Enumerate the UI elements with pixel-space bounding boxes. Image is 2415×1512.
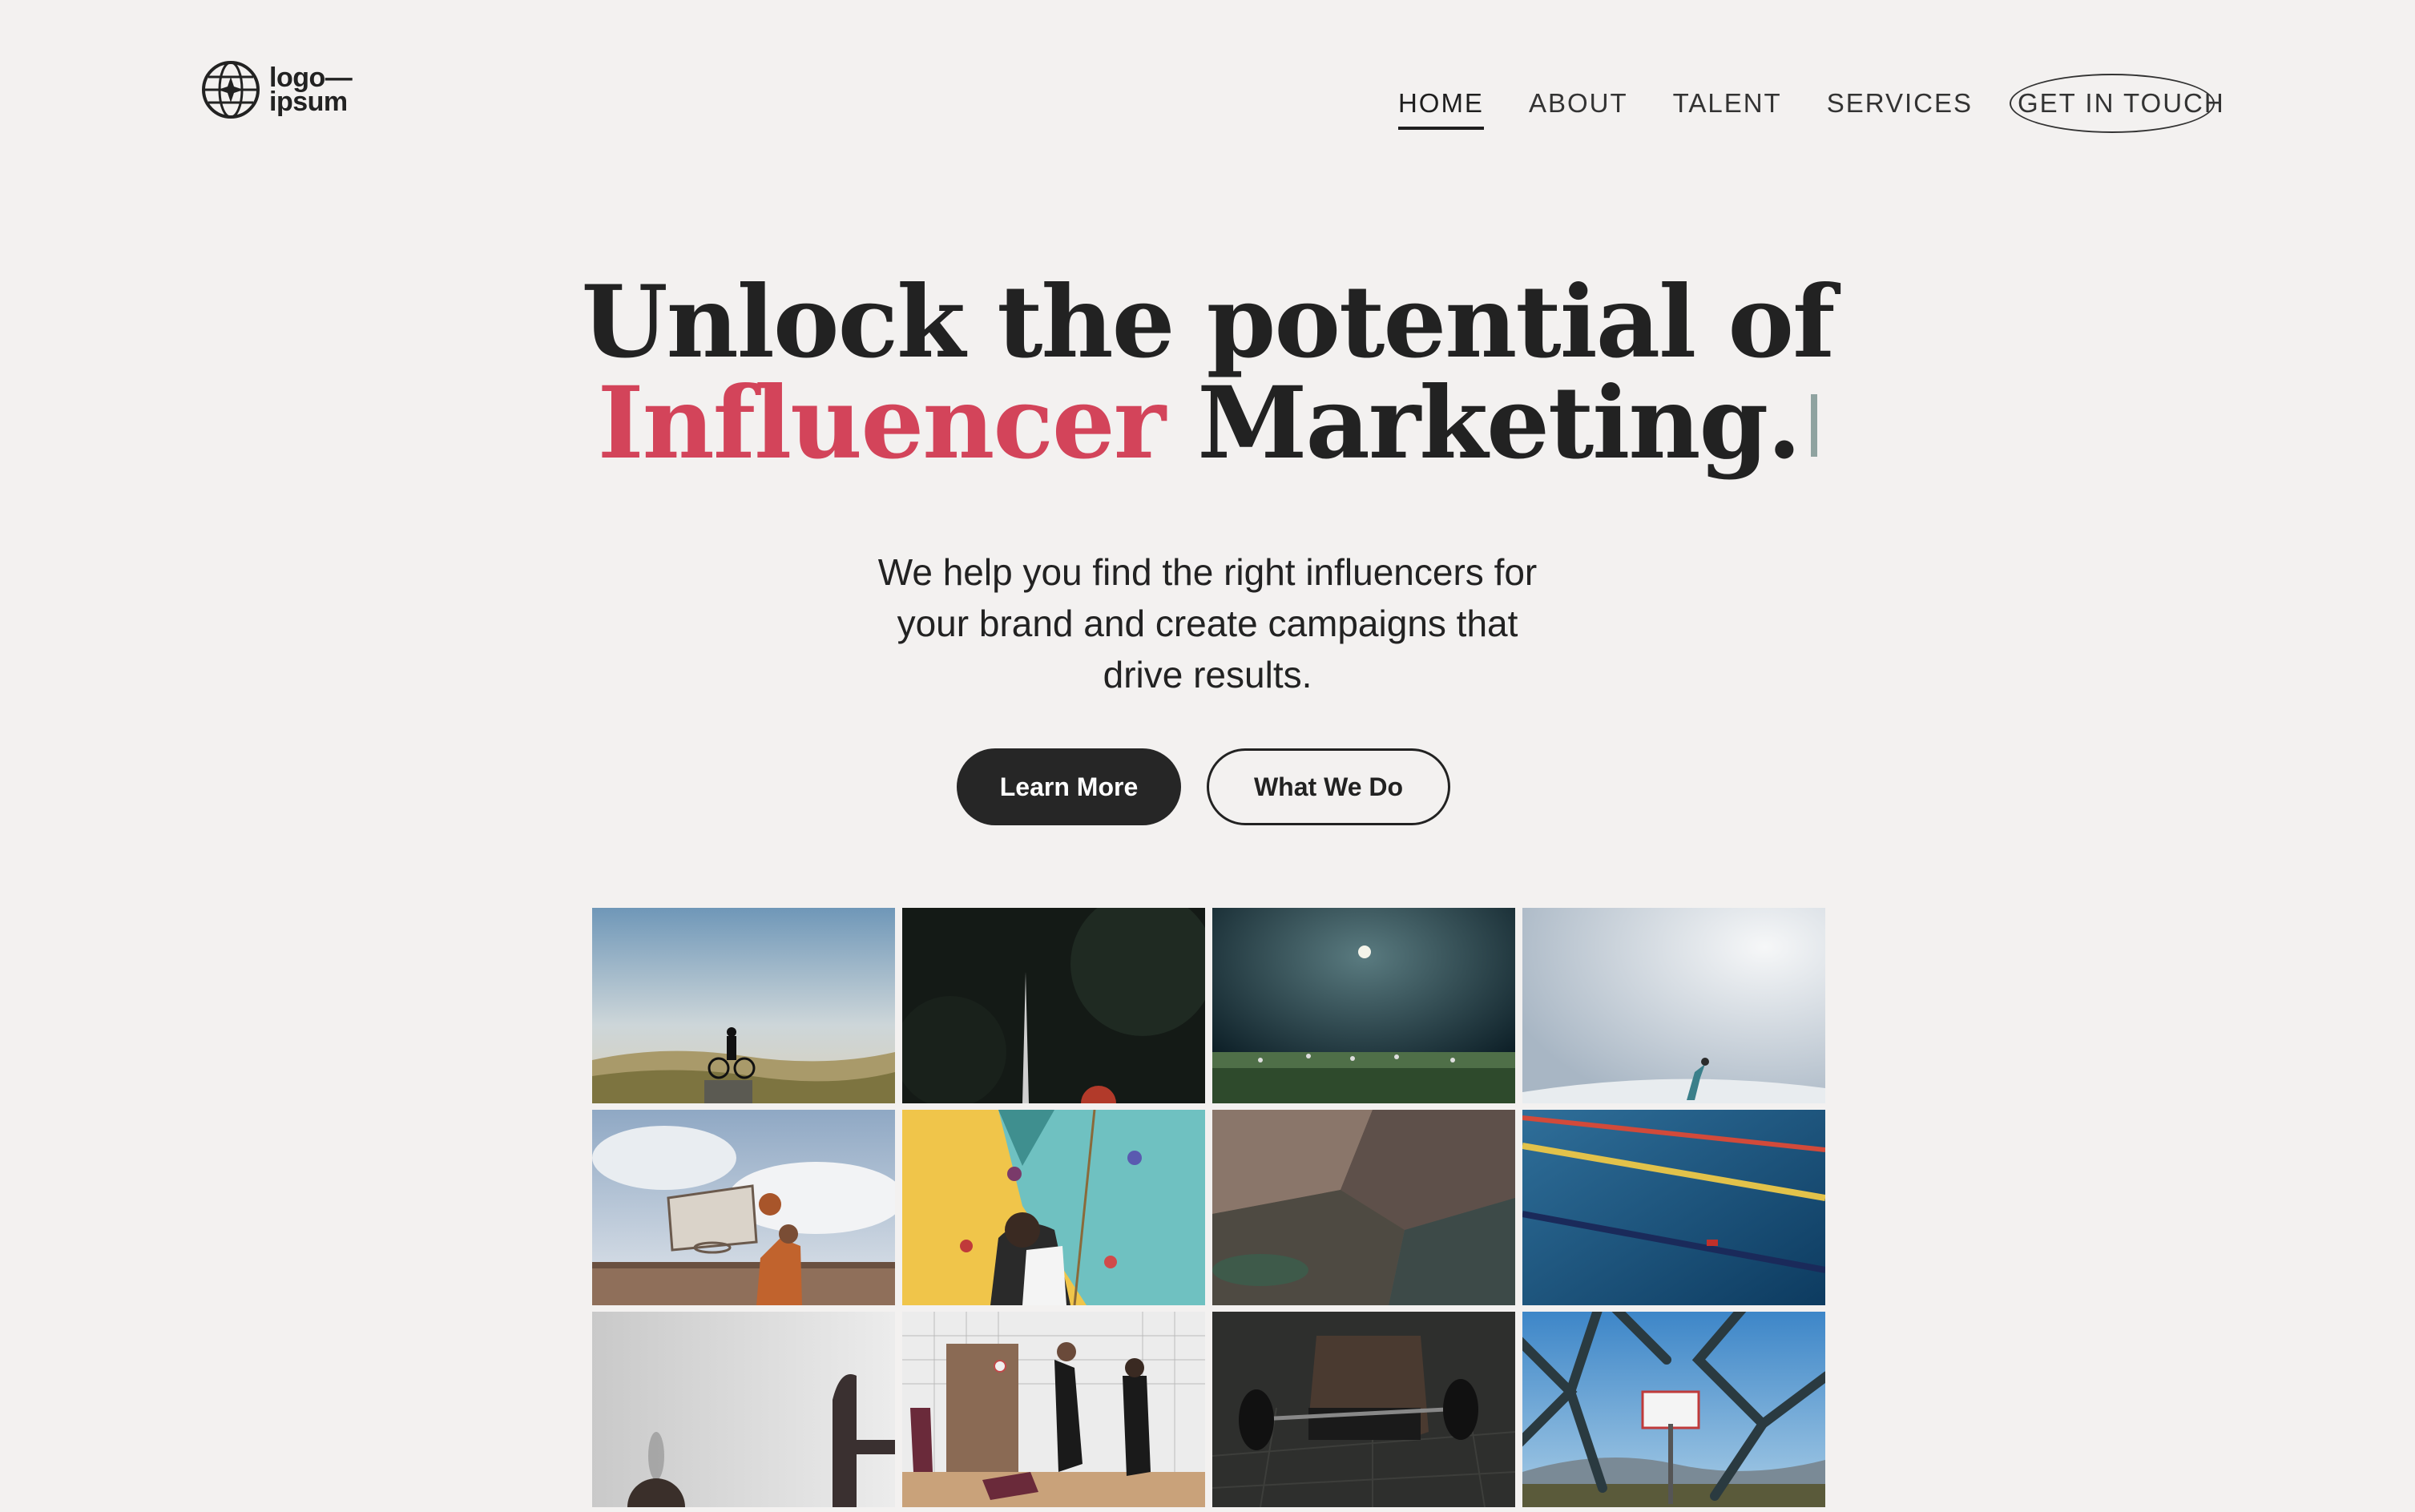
skier-in-fog-photo — [1522, 908, 1825, 1103]
hero-subtitle-line-3: drive results. — [1103, 654, 1312, 696]
nav-talent[interactable]: TALENT — [1673, 88, 1782, 119]
nav-services[interactable]: SERVICES — [1827, 88, 1973, 119]
volleyball-players-photo — [902, 1312, 1205, 1507]
what-we-do-button[interactable]: What We Do — [1207, 748, 1450, 825]
nav-home[interactable]: HOME — [1397, 88, 1484, 130]
typing-cursor — [1811, 393, 1818, 457]
get-in-touch-link[interactable]: GET IN TOUCH — [2010, 74, 2223, 133]
main-nav: HOME ABOUT TALENT SERVICES GET IN TOUCH — [1353, 74, 2223, 133]
page: logo— ipsum HOME ABOUT TALENT SERVICES G… — [0, 0, 2415, 1512]
chainlink-fence-hoop-photo — [1522, 1312, 1825, 1507]
hero-subtitle-line-1: We help you find the right influencers f… — [877, 551, 1538, 593]
cyclist-on-hilltop-photo — [592, 908, 895, 1103]
hero-subtitle: We help you find the right influencers f… — [0, 546, 2415, 700]
hero-buttons: Learn More What We Do — [0, 748, 2415, 825]
logo-wordmark: logo— ipsum — [269, 64, 353, 117]
white-wall-silhouette-photo — [592, 1312, 895, 1507]
basketball-hoop-shot-photo — [592, 1110, 895, 1305]
nav-about[interactable]: ABOUT — [1529, 88, 1628, 119]
rock-cliff-photo — [1212, 1110, 1515, 1305]
learn-more-button[interactable]: Learn More — [957, 748, 1181, 825]
hero-title-accent: Influencer — [597, 365, 1167, 482]
hero-title-line-1: Unlock the potential of — [581, 264, 1836, 381]
climbing-wall-photo — [902, 1110, 1205, 1305]
hero-subtitle-line-2: your brand and create campaigns that — [897, 603, 1518, 644]
hero-title-rest: Marketing. — [1197, 365, 1801, 482]
logo[interactable]: logo— ipsum — [200, 59, 353, 120]
logo-line-2: ipsum — [269, 87, 348, 117]
photo-gallery — [592, 908, 1825, 1507]
globe-star-icon — [202, 61, 260, 119]
hero-title: Unlock the potential of Influencer Marke… — [0, 272, 2415, 474]
weightlifting-barbell-photo — [1212, 1312, 1515, 1507]
hero-title-line-2: Influencer Marketing. — [0, 373, 2415, 474]
swimming-pool-lanes-photo — [1522, 1110, 1825, 1305]
dark-net-pole-photo — [902, 908, 1205, 1103]
night-football-field-photo — [1212, 908, 1515, 1103]
